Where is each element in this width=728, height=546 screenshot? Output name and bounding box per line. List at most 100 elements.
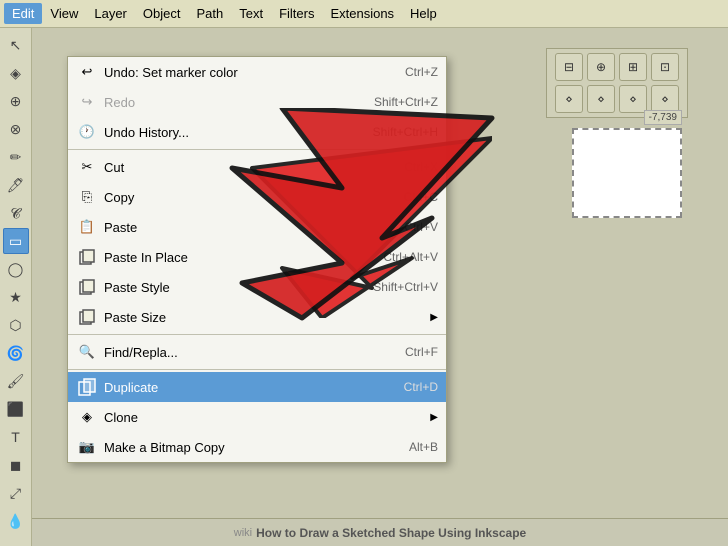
tool-gradient[interactable]: ◼ (3, 452, 29, 478)
node-type-icon-3[interactable]: ⋄ (619, 85, 647, 113)
menu-text[interactable]: Text (231, 3, 271, 24)
wiki-logo: wiki (234, 527, 252, 539)
menu-item-redo[interactable]: ↪ Redo Shift+Ctrl+Z (68, 87, 446, 117)
menu-item-paste-size[interactable]: Paste Size ▶ (68, 302, 446, 332)
paste-style-shortcut: Shift+Ctrl+V (373, 280, 438, 294)
tool-select[interactable]: ↖ (3, 32, 29, 58)
menu-object[interactable]: Object (135, 3, 189, 24)
zoom-1-1-icon[interactable]: ⊞ (619, 53, 647, 81)
tool-ellipse[interactable]: ◯ (3, 256, 29, 282)
zoom-page-icon[interactable]: ⊡ (651, 53, 679, 81)
node-type-icon-4[interactable]: ⋄ (651, 85, 679, 113)
paste-in-place-shortcut: Ctrl+Alt+V (383, 250, 438, 264)
tool-rect[interactable]: ▭ (3, 228, 29, 254)
edit-menu: ↩ Undo: Set marker color Ctrl+Z ↪ Redo S… (67, 56, 447, 463)
find-shortcut: Ctrl+F (405, 345, 438, 359)
menu-edit[interactable]: Edit (4, 3, 42, 24)
undo-history-label: Undo History... (104, 125, 353, 140)
undo-history-icon: 🕐 (76, 121, 98, 143)
menu-help[interactable]: Help (402, 3, 445, 24)
menu-item-undo-history[interactable]: 🕐 Undo History... Shift+Ctrl+H (68, 117, 446, 147)
undo-icon: ↩ (76, 61, 98, 83)
paste-style-icon (76, 276, 98, 298)
tool-pen[interactable]: 🖊 (3, 172, 29, 198)
menu-item-find[interactable]: 🔍 Find/Repla... Ctrl+F (68, 337, 446, 367)
clone-label: Clone (104, 410, 406, 425)
undo-shortcut: Ctrl+Z (405, 65, 438, 79)
paste-shortcut: Ctrl+V (404, 220, 438, 234)
wiki-bar: wiki How to Draw a Sketched Shape Using … (32, 518, 728, 546)
duplicate-label: Duplicate (104, 380, 384, 395)
redo-icon: ↪ (76, 91, 98, 113)
menu-extensions[interactable]: Extensions (322, 3, 402, 24)
main-area: ↖ ◈ ⊕ ⊗ ✏ 🖊 𝓒 ▭ ◯ ★ ⬡ 🌀 🖌 ⬛ T ◼ ⤢ 💧 ↩ Un… (0, 28, 728, 546)
duplicate-shortcut: Ctrl+D (404, 380, 438, 394)
wiki-article-title: How to Draw a Sketched Shape Using Inksc… (256, 526, 526, 540)
left-toolbar: ↖ ◈ ⊕ ⊗ ✏ 🖊 𝓒 ▭ ◯ ★ ⬡ 🌀 🖌 ⬛ T ◼ ⤢ 💧 (0, 28, 32, 546)
paste-size-label: Paste Size (104, 310, 406, 325)
find-icon: 🔍 (76, 341, 98, 363)
redo-shortcut: Shift+Ctrl+Z (374, 95, 438, 109)
separator-2 (68, 334, 446, 335)
tool-star[interactable]: ★ (3, 284, 29, 310)
menu-item-undo[interactable]: ↩ Undo: Set marker color Ctrl+Z (68, 57, 446, 87)
menu-item-paste-style[interactable]: Paste Style Shift+Ctrl+V (68, 272, 446, 302)
node-type-icon-1[interactable]: ⋄ (555, 85, 583, 113)
paste-label: Paste (104, 220, 384, 235)
undo-label: Undo: Set marker color (104, 65, 385, 80)
menu-filters[interactable]: Filters (271, 3, 322, 24)
tool-connector[interactable]: ⤢ (3, 480, 29, 506)
ruler-coordinate: -7,739 (644, 110, 682, 125)
toolbar-icon-row-1: ⊟ ⊕ ⊞ ⊡ (555, 53, 679, 81)
bitmap-copy-shortcut: Alt+B (409, 440, 438, 454)
cut-shortcut: Ctrl+X (404, 160, 438, 174)
separator-3 (68, 369, 446, 370)
tool-calligraphy[interactable]: 𝓒 (3, 200, 29, 226)
bitmap-copy-icon: 📷 (76, 436, 98, 458)
tool-zoom[interactable]: ⊕ (3, 88, 29, 114)
menu-item-cut[interactable]: ✂ Cut Ctrl+X (68, 152, 446, 182)
menubar: Edit View Layer Object Path Text Filters… (0, 0, 728, 28)
paste-size-arrow: ▶ (430, 312, 438, 323)
duplicate-icon (76, 376, 98, 398)
paste-icon: 📋 (76, 216, 98, 238)
tool-text[interactable]: T (3, 424, 29, 450)
paste-in-place-label: Paste In Place (104, 250, 363, 265)
tool-spiral[interactable]: 🌀 (3, 340, 29, 366)
find-label: Find/Repla... (104, 345, 385, 360)
cut-label: Cut (104, 160, 384, 175)
node-type-icon-2[interactable]: ⋄ (587, 85, 615, 113)
zoom-fit-icon[interactable]: ⊟ (555, 53, 583, 81)
undo-history-shortcut: Shift+Ctrl+H (373, 125, 438, 139)
menu-item-clone[interactable]: ◈ Clone ▶ (68, 402, 446, 432)
tool-paint[interactable]: 🖌 (3, 368, 29, 394)
menu-path[interactable]: Path (188, 3, 231, 24)
zoom-in-icon[interactable]: ⊕ (587, 53, 615, 81)
separator-1 (68, 149, 446, 150)
bitmap-copy-label: Make a Bitmap Copy (104, 440, 389, 455)
clone-icon: ◈ (76, 406, 98, 428)
toolbar-icons-panel: ⊟ ⊕ ⊞ ⊡ ⋄ ⋄ ⋄ ⋄ (546, 48, 688, 118)
paste-in-place-icon (76, 246, 98, 268)
tool-measure[interactable]: ⊗ (3, 116, 29, 142)
menu-item-bitmap-copy[interactable]: 📷 Make a Bitmap Copy Alt+B (68, 432, 446, 462)
redo-label: Redo (104, 95, 354, 110)
paste-size-icon (76, 306, 98, 328)
tool-fill[interactable]: ⬛ (3, 396, 29, 422)
tool-pencil[interactable]: ✏ (3, 144, 29, 170)
tool-3d[interactable]: ⬡ (3, 312, 29, 338)
menu-item-duplicate[interactable]: Duplicate Ctrl+D (68, 372, 446, 402)
tool-dropper[interactable]: 💧 (3, 508, 29, 534)
canvas-object (572, 128, 682, 218)
copy-label: Copy (104, 190, 384, 205)
copy-shortcut: Ctrl+C (404, 190, 438, 204)
menu-view[interactable]: View (42, 3, 86, 24)
paste-style-label: Paste Style (104, 280, 353, 295)
menu-item-paste-in-place[interactable]: Paste In Place Ctrl+Alt+V (68, 242, 446, 272)
tool-node[interactable]: ◈ (3, 60, 29, 86)
menu-layer[interactable]: Layer (86, 3, 135, 24)
menu-item-paste[interactable]: 📋 Paste Ctrl+V (68, 212, 446, 242)
clone-arrow: ▶ (430, 412, 438, 423)
menu-item-copy[interactable]: ⎘ Copy Ctrl+C (68, 182, 446, 212)
toolbar-icon-row-2: ⋄ ⋄ ⋄ ⋄ (555, 85, 679, 113)
